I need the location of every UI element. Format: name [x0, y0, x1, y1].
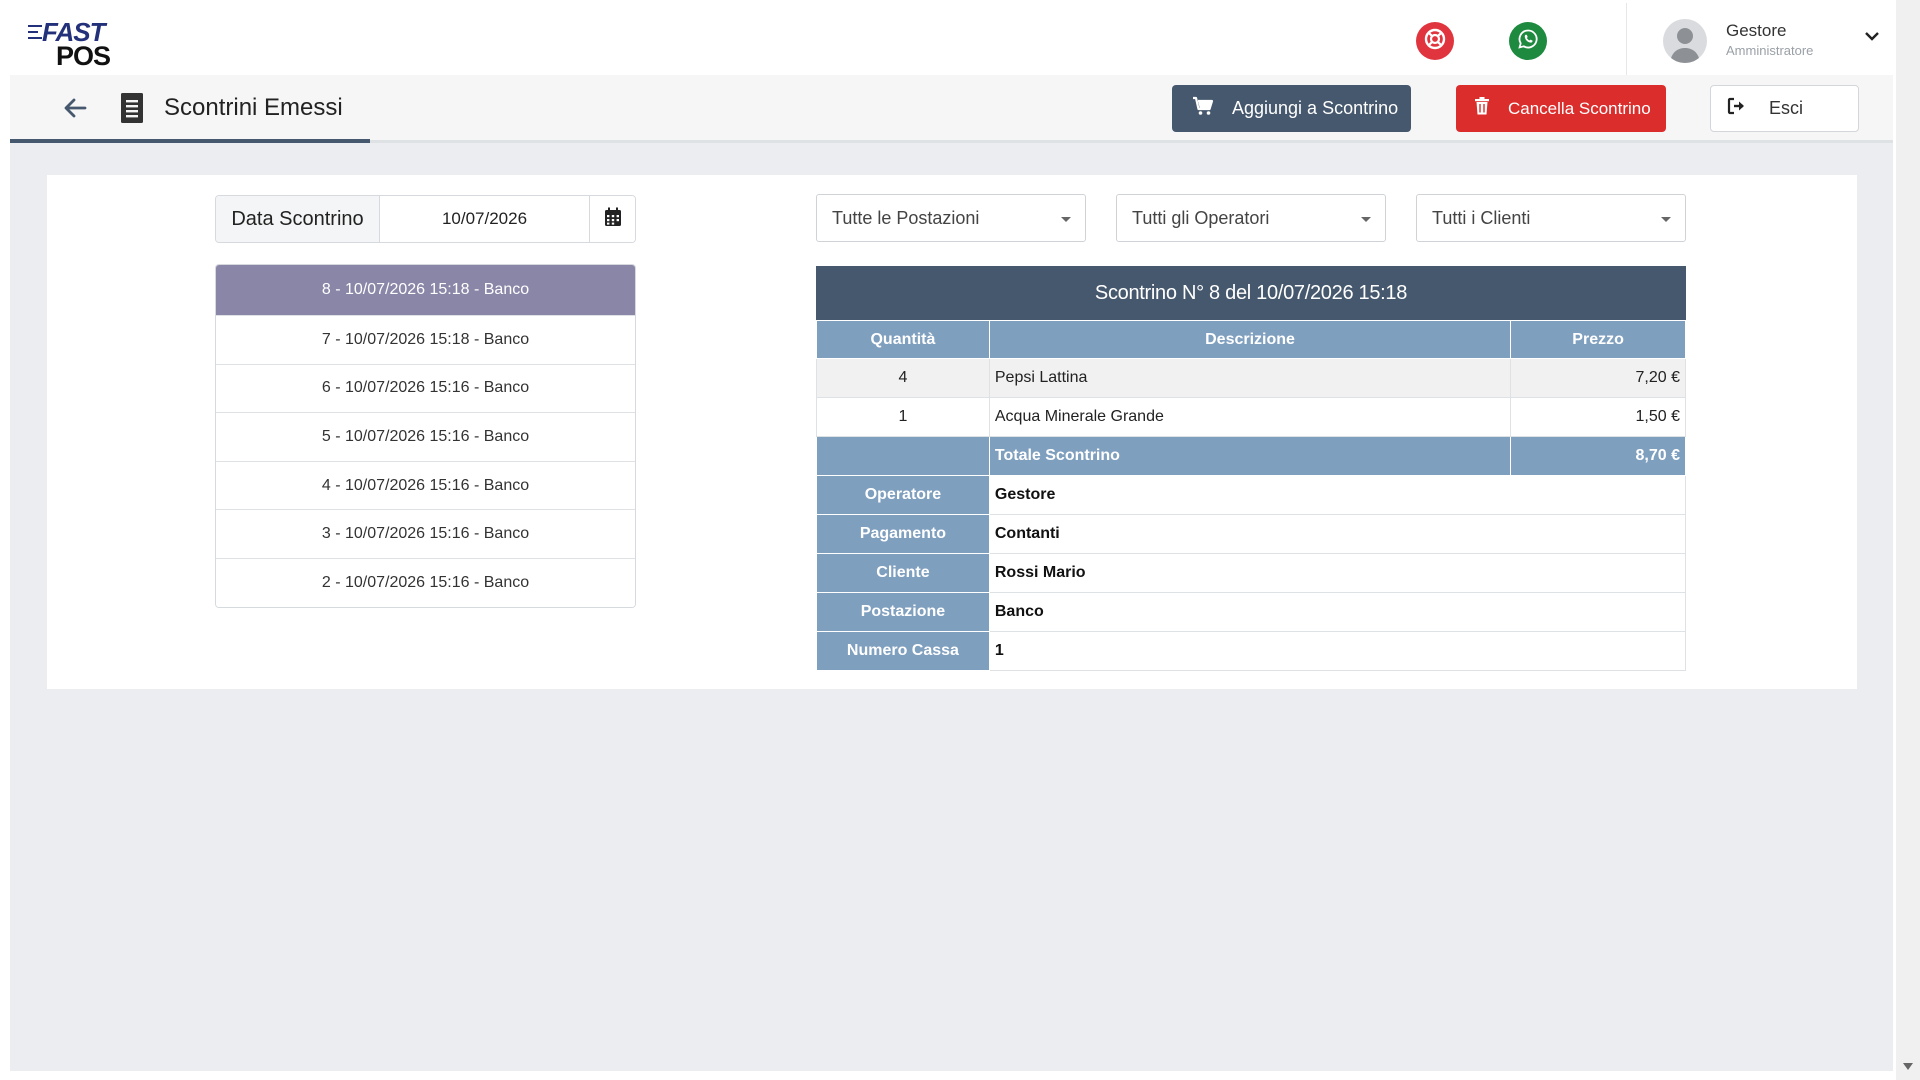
receipt-list-item[interactable]: 6 - 10/07/2026 15:16 - Banco: [216, 363, 635, 413]
info-row-payment: Pagamento Contanti: [816, 514, 1687, 554]
date-filter-label: Data Scontrino: [216, 196, 380, 242]
item-qty: 4: [816, 358, 990, 398]
item-price: 7,20 €: [1510, 358, 1686, 398]
delete-receipt-label: Cancella Scontrino: [1508, 98, 1651, 118]
receipt-list-item[interactable]: 4 - 10/07/2026 15:16 - Banco: [216, 460, 635, 510]
operator-select[interactable]: Tutti gli Operatori: [1116, 194, 1386, 242]
user-name: Gestore: [1726, 21, 1787, 40]
item-desc: Acqua Minerale Grande: [988, 397, 1512, 437]
receipt-list-item[interactable]: 3 - 10/07/2026 15:16 - Banco: [216, 509, 635, 558]
scroll-down-arrow-icon[interactable]: [1903, 1063, 1913, 1070]
active-tab-indicator: [10, 139, 370, 143]
table-header-row: Quantità Descrizione Prezzo: [816, 320, 1686, 359]
whatsapp-button[interactable]: [1509, 22, 1547, 60]
info-label: Pagamento: [816, 514, 990, 554]
info-value: Contanti: [988, 514, 1687, 554]
info-value: Banco: [988, 592, 1687, 632]
add-to-receipt-button[interactable]: Aggiungi a Scontrino: [1172, 85, 1411, 132]
chevron-down-icon: [1061, 217, 1071, 222]
info-row-workstation: Postazione Banco: [816, 592, 1687, 632]
delete-receipt-button[interactable]: Cancella Scontrino: [1456, 85, 1666, 132]
receipt-list: 8 - 10/07/2026 15:18 - Banco 7 - 10/07/2…: [215, 264, 636, 608]
table-row: 4 Pepsi Lattina 7,20 €: [816, 358, 1686, 398]
cart-icon: [1192, 96, 1214, 121]
item-price: 1,50 €: [1510, 397, 1686, 437]
item-desc: Pepsi Lattina: [988, 358, 1512, 398]
info-label: Operatore: [816, 475, 990, 515]
receipt-detail-title: Scontrino N° 8 del 10/07/2026 15:18: [816, 266, 1686, 320]
receipt-icon: [120, 92, 144, 129]
customer-select-value: Tutti i Clienti: [1432, 207, 1531, 228]
exit-label: Esci: [1769, 98, 1804, 118]
date-filter: Data Scontrino: [215, 195, 636, 243]
logo-speed-line: [28, 31, 38, 33]
info-label: Numero Cassa: [816, 631, 990, 671]
item-qty: 1: [816, 397, 990, 437]
top-header: FAST POS Gestore Amministratore: [10, 3, 1893, 75]
column-header-qty: Quantità: [816, 320, 990, 359]
info-value: Rossi Mario: [988, 553, 1687, 593]
receipt-list-item-selected[interactable]: 8 - 10/07/2026 15:18 - Banco: [216, 265, 635, 315]
info-label: Cliente: [816, 553, 990, 593]
page-toolbar: Scontrini Emessi Aggiungi a Scontrino Ca…: [10, 75, 1893, 143]
info-value: 1: [988, 631, 1687, 671]
receipt-detail: Scontrino N° 8 del 10/07/2026 15:18 Quan…: [816, 266, 1687, 671]
customer-select[interactable]: Tutti i Clienti: [1416, 194, 1686, 242]
help-button[interactable]: [1416, 22, 1454, 60]
receipt-items-table: Quantità Descrizione Prezzo 4 Pepsi Latt…: [816, 320, 1687, 671]
exit-button[interactable]: Esci: [1710, 85, 1859, 132]
vertical-scrollbar[interactable]: [1896, 0, 1920, 1080]
workstation-select[interactable]: Tutte le Postazioni: [816, 194, 1086, 242]
back-button[interactable]: [60, 93, 90, 123]
info-value: Gestore: [988, 475, 1687, 515]
info-row-customer: Cliente Rossi Mario: [816, 553, 1687, 593]
info-label: Postazione: [816, 592, 990, 632]
calendar-icon: [604, 207, 622, 232]
total-spacer: [816, 436, 990, 476]
workstation-select-value: Tutte le Postazioni: [832, 207, 980, 228]
lifebuoy-icon: [1423, 27, 1447, 56]
column-header-price: Prezzo: [1510, 320, 1686, 359]
chevron-down-icon: [1361, 217, 1371, 222]
fastpos-logo[interactable]: FAST POS: [28, 17, 118, 71]
chevron-down-icon[interactable]: [1863, 27, 1881, 50]
whatsapp-icon: [1516, 27, 1540, 56]
avatar: [1663, 19, 1707, 63]
app-window: FAST POS Gestore Amministratore Scontrin…: [10, 3, 1893, 1071]
trash-icon: [1474, 97, 1490, 120]
total-label: Totale Scontrino: [988, 436, 1512, 476]
arrow-left-icon: [60, 98, 90, 127]
calendar-button[interactable]: [589, 196, 635, 242]
info-row-register: Numero Cassa 1: [816, 631, 1687, 671]
receipt-list-item[interactable]: 7 - 10/07/2026 15:18 - Banco: [216, 315, 635, 364]
chevron-down-icon: [1661, 217, 1671, 222]
sign-out-icon: [1727, 97, 1747, 120]
total-value: 8,70 €: [1510, 436, 1686, 476]
info-row-operator: Operatore Gestore: [816, 475, 1687, 515]
logo-speed-line: [28, 37, 42, 39]
user-menu[interactable]: Gestore Amministratore: [1626, 3, 1893, 75]
date-input[interactable]: [380, 196, 589, 242]
main-content-card: Data Scontrino 10/07/2026 8 - 10/07/2026…: [47, 175, 1857, 689]
receipt-list-item[interactable]: 5 - 10/07/2026 15:16 - Banco: [216, 412, 635, 461]
user-role: Amministratore: [1726, 43, 1814, 58]
logo-speed-line: [28, 25, 42, 27]
total-row: Totale Scontrino 8,70 €: [816, 436, 1686, 476]
operator-select-value: Tutti gli Operatori: [1132, 207, 1270, 228]
add-to-receipt-label: Aggiungi a Scontrino: [1232, 98, 1399, 118]
logo-text-bottom: POS: [56, 41, 111, 71]
table-row: 1 Acqua Minerale Grande 1,50 €: [816, 397, 1686, 437]
column-header-desc: Descrizione: [988, 320, 1512, 359]
receipt-list-item[interactable]: 2 - 10/07/2026 15:16 - Banco: [216, 557, 635, 607]
page-title: Scontrini Emessi: [164, 94, 343, 121]
